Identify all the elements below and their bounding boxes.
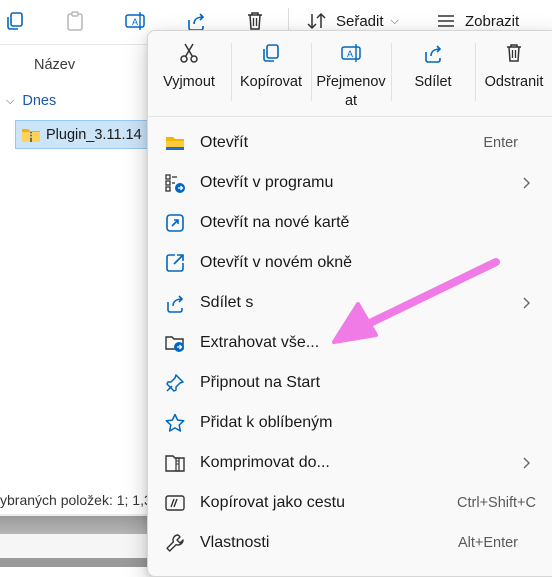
zip-icon bbox=[164, 452, 186, 474]
chevron-right-icon bbox=[523, 177, 530, 189]
svg-text:A: A bbox=[132, 17, 138, 27]
menu-item-label: Otevřít v novém okně bbox=[200, 254, 353, 271]
chevron-right-icon bbox=[523, 297, 530, 309]
quick-actions-bar: Vyjmout Kopírovat A Přejmenov at Sdílet … bbox=[148, 31, 552, 115]
menu-item-label: Komprimovat do... bbox=[200, 454, 330, 471]
sort-label: Seřadit bbox=[336, 12, 384, 30]
menu-item-label: Připnout na Start bbox=[200, 374, 321, 391]
copy-button[interactable]: Kopírovat bbox=[232, 37, 310, 113]
menu-item-open-new-window[interactable]: Otevřít v novém okně bbox=[148, 243, 552, 283]
copy-toolbar-button[interactable] bbox=[0, 6, 30, 36]
delete-label: Odstranit bbox=[484, 74, 544, 90]
trash-icon bbox=[248, 12, 262, 30]
delete-button[interactable]: Odstranit bbox=[476, 37, 552, 113]
paste-icon bbox=[67, 11, 83, 31]
menu-item-label: Otevřít bbox=[200, 134, 249, 151]
svg-text:A: A bbox=[347, 49, 353, 59]
menu-item-open-new-tab[interactable]: Otevřít na nové kartě bbox=[148, 203, 552, 243]
cut-label: Vyjmout bbox=[163, 74, 215, 90]
copy-icon bbox=[7, 12, 23, 30]
chevron-right-icon bbox=[523, 457, 530, 469]
menu-item-compress[interactable]: Komprimovat do... bbox=[148, 443, 552, 483]
share-icon bbox=[164, 292, 186, 314]
menu-item-open[interactable]: Otevřít Enter bbox=[148, 123, 552, 163]
rename-button[interactable]: A Přejmenov at bbox=[312, 37, 390, 113]
menu-item-label: Otevřít na nové kartě bbox=[200, 214, 350, 231]
rename-toolbar-button[interactable]: A bbox=[120, 6, 150, 36]
menu-item-extract-all[interactable]: Extrahovat vše... bbox=[148, 323, 552, 363]
share-button[interactable]: Sdílet bbox=[392, 37, 474, 113]
rename-icon: A bbox=[341, 44, 361, 62]
menu-item-shortcut: Alt+Enter bbox=[457, 535, 518, 551]
zip-folder-icon bbox=[22, 128, 40, 142]
share-icon bbox=[425, 45, 442, 63]
menu-item-shortcut: Ctrl+Shift+C bbox=[457, 495, 536, 511]
menu-item-label: Sdílet s bbox=[200, 294, 254, 311]
menu-item-add-favorites[interactable]: Přidat k oblíbeným bbox=[148, 403, 552, 443]
group-header-today[interactable]: ⌵ Dnes bbox=[6, 93, 56, 109]
wrench-icon bbox=[164, 532, 186, 554]
share-icon bbox=[188, 13, 205, 31]
chevron-down-icon: ⌵ bbox=[6, 94, 15, 107]
menu-item-pin-to-start[interactable]: Připnout na Start bbox=[148, 363, 552, 403]
window-bottom-edge bbox=[0, 514, 160, 567]
chevron-down-icon: ⌵ bbox=[390, 14, 399, 27]
group-label: Dnes bbox=[22, 93, 57, 109]
cut-button[interactable]: Vyjmout bbox=[148, 37, 230, 113]
copy-icon bbox=[263, 44, 279, 62]
file-item[interactable]: Plugin_3.11.14 bbox=[15, 120, 155, 149]
menu-item-label: Extrahovat vše... bbox=[200, 334, 320, 351]
menu-item-label: Vlastnosti bbox=[200, 534, 270, 551]
menu-item-label: Otevřít v programu bbox=[200, 174, 334, 191]
view-icon bbox=[438, 15, 454, 27]
scissors-icon bbox=[180, 43, 198, 63]
menu-divider bbox=[148, 116, 552, 117]
sort-icon bbox=[307, 12, 326, 30]
open-with-icon bbox=[164, 172, 186, 194]
menu-item-copy-as-path[interactable]: Kopírovat jako cestu Ctrl+Shift+C bbox=[148, 483, 552, 523]
menu-item-label: Kopírovat jako cestu bbox=[200, 494, 345, 511]
view-label: Zobrazit bbox=[465, 12, 520, 30]
trash-icon bbox=[507, 44, 521, 62]
pin-icon bbox=[164, 372, 186, 394]
copy-path-icon bbox=[164, 492, 186, 514]
folder-icon bbox=[164, 132, 186, 154]
context-menu: Vyjmout Kopírovat A Přejmenov at Sdílet … bbox=[147, 30, 552, 577]
menu-item-shortcut: Enter bbox=[483, 135, 518, 151]
menu-item-properties[interactable]: Vlastnosti Alt+Enter bbox=[148, 523, 552, 563]
new-tab-icon bbox=[164, 212, 186, 234]
menu-item-label: Přidat k oblíbeným bbox=[200, 414, 333, 431]
new-window-icon bbox=[164, 252, 186, 274]
rename-label: Přejmenov at bbox=[316, 74, 386, 109]
share-label: Sdílet bbox=[414, 74, 452, 90]
menu-item-open-with[interactable]: Otevřít v programu bbox=[148, 163, 552, 203]
status-bar-text: ybraných položek: 1; 1,3 bbox=[0, 492, 152, 508]
copy-label: Kopírovat bbox=[239, 74, 303, 90]
file-name: Plugin_3.11.14 bbox=[46, 126, 142, 143]
extract-icon bbox=[164, 332, 186, 354]
menu-item-share-with[interactable]: Sdílet s bbox=[148, 283, 552, 323]
paste-toolbar-button[interactable] bbox=[60, 6, 90, 36]
star-icon bbox=[164, 412, 186, 434]
rename-icon: A bbox=[125, 12, 145, 30]
column-header-name[interactable]: Název bbox=[34, 57, 75, 73]
